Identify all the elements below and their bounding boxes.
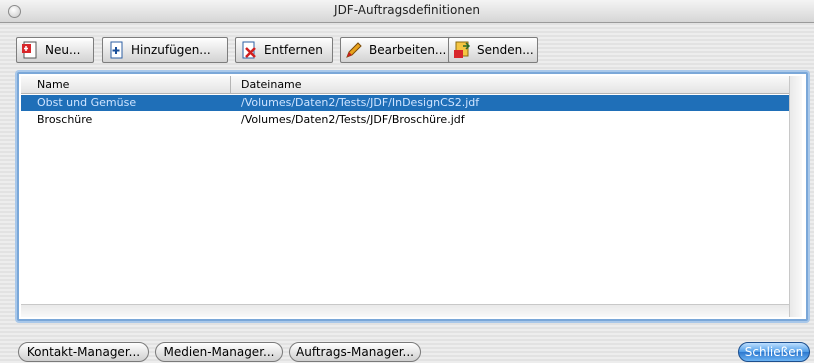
media-manager-label: Medien-Manager... (163, 345, 275, 359)
column-header-name[interactable]: Name (37, 78, 69, 91)
remove-button[interactable]: Entfernen (235, 37, 333, 63)
row-name: Broschüre (37, 113, 93, 126)
new-document-icon (21, 41, 39, 59)
row-filename: /Volumes/Daten2/Tests/JDF/Broschüre.jdf (241, 113, 465, 126)
vertical-scrollbar[interactable] (789, 76, 802, 317)
edit-button-label: Bearbeiten... (369, 43, 447, 57)
row-filename: /Volumes/Daten2/Tests/JDF/InDesignCS2.jd… (241, 96, 480, 109)
add-button-label: Hinzufügen... (131, 43, 211, 57)
contact-manager-button[interactable]: Kontakt-Manager... (18, 342, 149, 362)
contact-manager-label: Kontakt-Manager... (26, 345, 141, 359)
remove-button-label: Entfernen (264, 43, 323, 57)
send-button[interactable]: Senden... (448, 37, 538, 63)
table-row[interactable]: Broschüre /Volumes/Daten2/Tests/JDF/Bros… (21, 112, 789, 128)
list-header: Name Dateiname (21, 76, 789, 94)
jdf-list[interactable]: Name Dateiname Obst und Gemüse /Volumes/… (17, 72, 808, 321)
edit-pencil-icon (345, 41, 363, 59)
title-bar: JDF-Auftragsdefinitionen (0, 0, 814, 23)
media-manager-button[interactable]: Medien-Manager... (155, 342, 283, 362)
add-document-icon (107, 41, 125, 59)
send-icon (453, 41, 471, 59)
jobs-manager-label: Auftrags-Manager... (296, 345, 414, 359)
edit-button[interactable]: Bearbeiten... (340, 37, 454, 63)
window-title: JDF-Auftragsdefinitionen (334, 3, 480, 17)
send-button-label: Senden... (477, 43, 534, 57)
remove-document-icon (240, 41, 258, 59)
horizontal-scrollbar[interactable] (21, 304, 789, 317)
table-row[interactable]: Obst und Gemüse /Volumes/Daten2/Tests/JD… (21, 95, 789, 111)
new-button[interactable]: Neu... (16, 37, 94, 63)
add-button[interactable]: Hinzufügen... (102, 37, 228, 63)
jobs-manager-button[interactable]: Auftrags-Manager... (289, 342, 421, 362)
new-button-label: Neu... (45, 43, 81, 57)
close-button-label: Schließen (744, 345, 804, 359)
jdf-window: JDF-Auftragsdefinitionen Neu... Hinzufüg… (0, 0, 814, 363)
close-button[interactable]: Schließen (738, 342, 810, 362)
column-header-filename[interactable]: Dateiname (241, 78, 302, 91)
column-divider[interactable] (230, 76, 231, 93)
row-name: Obst und Gemüse (37, 96, 137, 109)
